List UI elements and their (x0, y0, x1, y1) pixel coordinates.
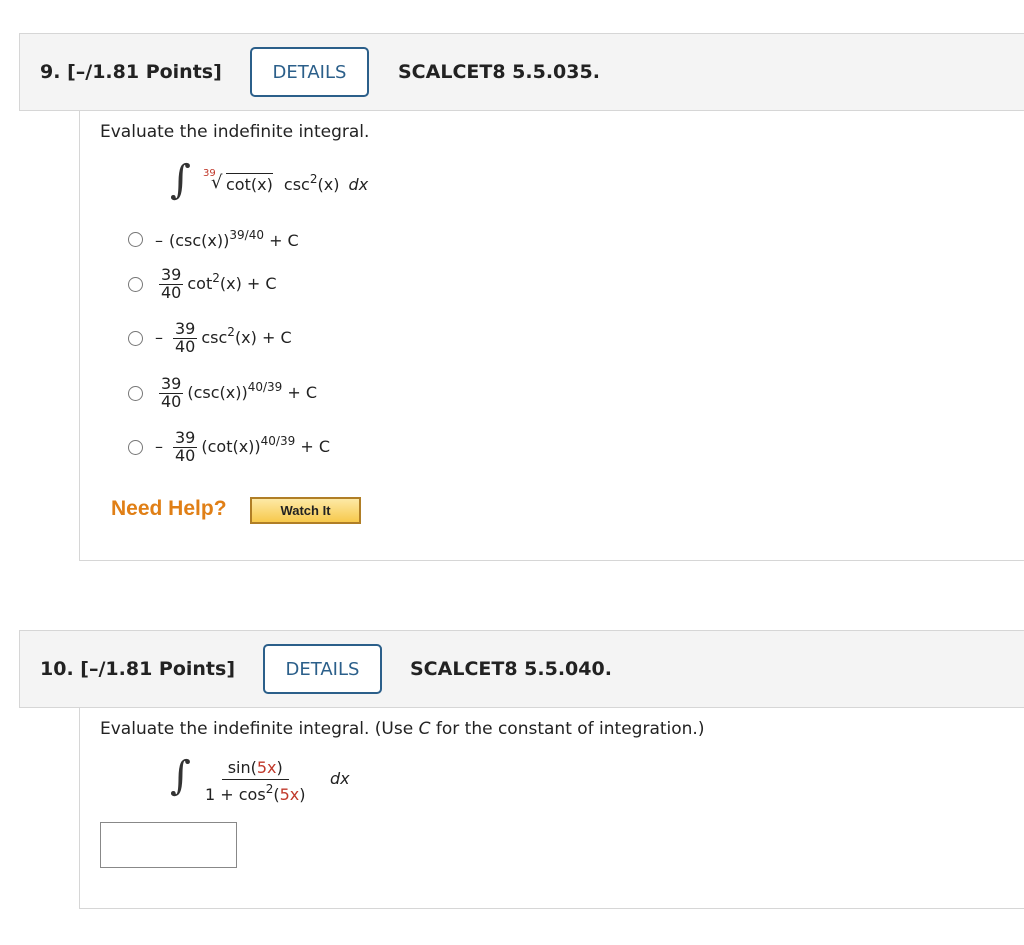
choice-5[interactable]: –39 40 (cot(x))40/39 + C (128, 427, 330, 467)
question-10-code: SCALCET8 5.5.040. (410, 658, 612, 680)
answer-input[interactable] (100, 822, 237, 868)
question-10-details-button[interactable]: DETAILS (263, 644, 382, 694)
question-9-integrand: cot(x) csc2(x) dx (226, 172, 369, 194)
radicand: cot(x) (226, 173, 273, 194)
choice-2[interactable]: 39 40 cot2(x) + C (128, 264, 277, 304)
integral-sign: ∫ (170, 157, 191, 203)
question-10-number-points: 10. [–/1.81 Points] (40, 658, 236, 680)
question-9-details-button[interactable]: DETAILS (250, 47, 369, 97)
radical-sign: √ (211, 172, 223, 193)
choice-3-radio[interactable] (128, 330, 143, 346)
choice-1-radio[interactable] (128, 231, 143, 247)
trig-fn: csc (283, 175, 310, 194)
question-9-number-points: 9. [–/1.81 Points] (40, 61, 222, 83)
question-9-prompt: Evaluate the indefinite integral. (100, 122, 370, 142)
dx-2: dx (330, 769, 350, 788)
question-9-code: SCALCET8 5.5.035. (398, 61, 600, 83)
choice-4-radio[interactable] (128, 385, 143, 401)
integral-sign-2: ∫ (170, 753, 191, 799)
choice-3[interactable]: –39 40 csc2(x) + C (128, 318, 292, 358)
question-10-integrand: sin(5x) 1 + cos2(5x) (205, 758, 306, 804)
need-help-label: Need Help? (111, 497, 227, 520)
choice-2-radio[interactable] (128, 276, 143, 292)
question-10-prompt: Evaluate the indefinite integral. (Use C… (100, 719, 705, 739)
choice-1[interactable]: – (csc(x))39/40 + C (128, 219, 299, 259)
watch-it-button[interactable]: Watch It (250, 497, 361, 524)
choice-5-radio[interactable] (128, 439, 143, 455)
dx: dx (348, 175, 369, 194)
choice-4[interactable]: 39 40 (csc(x))40/39 + C (128, 373, 317, 413)
